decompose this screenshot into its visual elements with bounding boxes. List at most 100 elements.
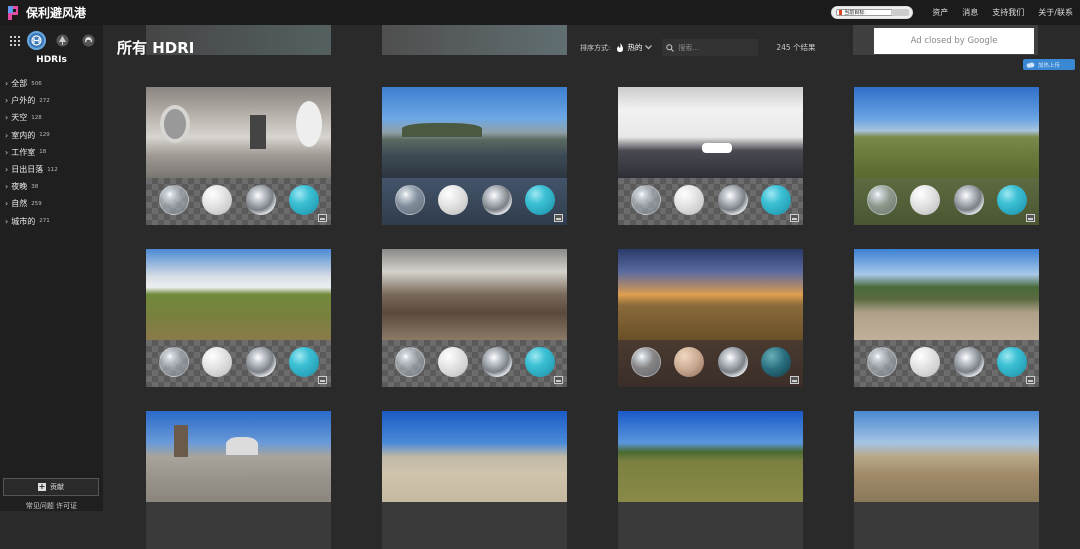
hdri-preview-image <box>146 249 331 340</box>
model-icon[interactable] <box>79 31 98 50</box>
diffuse-sphere <box>674 347 704 377</box>
nav-news[interactable]: 消息 <box>955 7 985 18</box>
material-spheres <box>854 178 1039 225</box>
category-urban[interactable]: › 城市的 271 <box>0 213 103 230</box>
chrome-sphere <box>954 185 984 215</box>
category-outdoor[interactable]: › 户外的 272 <box>0 92 103 109</box>
hdri-card[interactable] <box>618 411 803 549</box>
hdri-card[interactable] <box>382 87 567 225</box>
blue-sphere <box>761 185 791 215</box>
chevron-right-icon: › <box>5 182 9 192</box>
hdri-preview-image <box>382 249 567 340</box>
chrome-sphere <box>954 347 984 377</box>
chevron-right-icon: › <box>5 113 9 123</box>
hdri-preview-image <box>618 249 803 340</box>
plus-icon: + <box>38 482 46 491</box>
nav-support[interactable]: 支持我们 <box>985 7 1031 18</box>
chevron-right-icon: › <box>5 165 9 175</box>
hdri-card[interactable] <box>146 411 331 549</box>
category-studio[interactable]: › 工作室 18 <box>0 144 103 161</box>
ad-button[interactable]: 加热上传 <box>1023 59 1075 70</box>
image-icon <box>554 376 563 384</box>
support-goal-pill[interactable]: 当前目标: <box>831 6 914 19</box>
glass-sphere <box>867 185 897 215</box>
search-placeholder: 搜索... <box>678 43 700 52</box>
support-goal-slot <box>891 9 910 16</box>
material-spheres <box>382 340 567 387</box>
category-label: 城市的 <box>11 216 36 226</box>
chrome-sphere <box>718 185 748 215</box>
sort-label: 排序方式: <box>580 43 611 52</box>
chrome-sphere <box>246 347 276 377</box>
glass-sphere <box>631 347 661 377</box>
sort-dropdown[interactable]: 热的 <box>616 42 653 53</box>
material-spheres <box>854 340 1039 387</box>
nav-assets[interactable]: 资产 <box>925 7 955 18</box>
hdri-card[interactable] <box>382 249 567 387</box>
faq-license-link[interactable]: 常见问题 许可证 <box>0 501 103 511</box>
image-icon <box>318 214 327 222</box>
sidebar-heading: HDRIs <box>36 55 67 65</box>
diffuse-sphere <box>438 185 468 215</box>
app-logo[interactable]: 保利避风港 <box>6 4 86 21</box>
category-label: 工作室 <box>11 147 36 157</box>
category-sunrise-sunset[interactable]: › 日出日落 112 <box>0 161 103 178</box>
hdri-preview-image <box>382 87 567 178</box>
material-spheres <box>146 340 331 387</box>
hdri-card[interactable] <box>618 87 803 225</box>
nav-about[interactable]: 关于/联系 <box>1031 7 1080 18</box>
main-content: 所有 HDRI 排序方式: 热的 搜索... 245 个结果 Ad closed… <box>103 25 1080 549</box>
tree-icon[interactable] <box>53 31 72 50</box>
sort-value: 热的 <box>627 43 643 52</box>
hdri-card[interactable] <box>146 87 331 225</box>
blue-sphere <box>997 347 1027 377</box>
category-indoor[interactable]: › 室内的 129 <box>0 127 103 144</box>
partial-card <box>382 25 567 55</box>
support-goal-bar: 当前目标: <box>836 9 895 16</box>
blue-sphere <box>289 185 319 215</box>
search-icon <box>666 43 675 52</box>
hdri-preview-image <box>146 411 331 502</box>
image-icon <box>318 376 327 384</box>
diffuse-sphere <box>202 185 232 215</box>
hdri-card[interactable] <box>618 249 803 387</box>
hdri-category-icon[interactable] <box>27 31 46 50</box>
hdri-card[interactable] <box>854 87 1039 225</box>
cloud-icon <box>1026 62 1035 68</box>
app-title: 保利避风港 <box>26 6 87 20</box>
contribute-button[interactable]: + 贡献 <box>3 478 99 496</box>
category-label: 夜晚 <box>11 182 28 192</box>
category-count: 112 <box>47 166 58 173</box>
search-input[interactable]: 搜索... <box>662 39 759 56</box>
image-icon <box>790 376 799 384</box>
category-night[interactable]: › 夜晚 38 <box>0 178 103 195</box>
hdri-card[interactable] <box>854 411 1039 549</box>
hdri-preview-image <box>382 411 567 502</box>
category-count: 506 <box>31 80 42 87</box>
category-skies[interactable]: › 天空 128 <box>0 109 103 126</box>
support-goal-fill <box>839 10 843 15</box>
category-all[interactable]: › 全部 506 <box>0 75 103 92</box>
chrome-sphere <box>482 347 512 377</box>
chevron-right-icon: › <box>5 130 9 140</box>
chevron-right-icon: › <box>5 216 9 226</box>
category-count: 38 <box>31 183 39 190</box>
chevron-right-icon: › <box>5 199 9 209</box>
hdri-preview-image <box>618 87 803 178</box>
material-spheres <box>618 178 803 225</box>
grid-icon[interactable] <box>10 35 20 46</box>
blue-sphere <box>761 347 791 377</box>
category-label: 自然 <box>11 199 28 209</box>
hdri-card[interactable] <box>146 249 331 387</box>
contribute-label: 贡献 <box>50 483 64 491</box>
category-nature[interactable]: › 自然 259 <box>0 195 103 212</box>
hdri-card[interactable] <box>854 249 1039 387</box>
hdri-card[interactable] <box>382 411 567 549</box>
hdri-preview-image <box>854 87 1039 178</box>
top-bar: 保利避风港 当前目标: 资产 消息 支持我们 关于/联系 <box>0 0 1080 25</box>
blue-sphere <box>525 185 555 215</box>
category-count: 18 <box>39 149 47 156</box>
ad-placeholder: Ad closed by Google <box>874 28 1034 54</box>
sort-bar: 排序方式: 热的 搜索... 245 个结果 <box>580 39 816 56</box>
type-switcher <box>0 25 103 50</box>
